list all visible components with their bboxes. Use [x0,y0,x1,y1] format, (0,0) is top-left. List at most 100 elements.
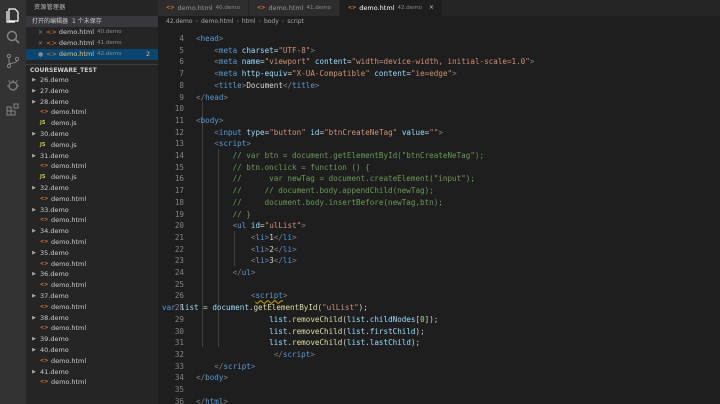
html-file-icon: <> [40,238,49,245]
tree-file[interactable]: <> demo.html [26,356,158,367]
line-number: 35 [174,385,184,394]
tree-folder[interactable]: ▶ 30.demo [26,129,158,140]
breadcrumb-item[interactable]: body [264,16,279,28]
line-number: 15 [174,162,184,172]
tree-folder[interactable]: ▶ 38.demo [26,313,158,324]
chevron-icon: ▶ [32,292,36,299]
breadcrumb-item[interactable]: html [242,16,256,28]
code-line: 5 <meta charset="UTF-8"> [158,45,720,57]
breadcrumb: 42.demo › demo.html › html › body › script [158,16,720,28]
html-file-icon: <> [40,260,49,267]
tree-folder[interactable]: ▶ 41.demo [26,367,158,378]
line-source: <meta http-equiv="X-UA-Compatible" conte… [214,69,457,79]
chevron-icon: ▶ [32,77,36,83]
tree-folder[interactable]: ▶ 26.demo [26,75,158,86]
tree-file[interactable]: <> demo.html [26,302,158,313]
tree-folder[interactable]: ▶ 32.demo [26,183,158,194]
tree-folder-label: 37.demo [40,291,69,300]
explorer-icon[interactable] [4,6,22,24]
close-icon[interactable]: × [38,27,46,38]
tree-folder[interactable]: ▶ 39.demo [26,334,158,345]
tree-file[interactable]: <> demo.html [26,215,158,226]
line-number: 8 [179,80,184,90]
html-file-icon: <> [347,5,357,11]
breadcrumb-item[interactable]: 42.demo [166,16,193,28]
tree-folder[interactable]: ▶ 40.demo [26,345,158,356]
tree-file[interactable]: <> demo.html [26,237,158,248]
tree-file[interactable]: <> demo.html [26,194,158,205]
tree-file[interactable]: <> demo.html [26,323,158,334]
tree-file[interactable]: JS demo.js [26,140,158,151]
code-line: 6 <meta name="viewport" content="width=d… [158,56,720,68]
tree-file-label: demo.html [51,162,87,171]
html-file-icon: <> [256,5,266,11]
tree-folder[interactable]: ▶ 34.demo [26,226,158,237]
tab-name: demo.html [359,4,395,12]
line-number: 9 [179,92,184,102]
tree-file[interactable]: <> demo.html [26,377,158,388]
code-editor[interactable]: 4 <head> 5 <meta charset="UTF-8"> 6 <meta n… [158,32,720,404]
code-line: 22 <li>2</li> [158,244,720,256]
close-icon[interactable]: ● [38,49,46,60]
line-source: // document.body.insertBefore(newTag,btn… [232,197,443,207]
tree-folder[interactable]: ▶ 33.demo [26,205,158,216]
extensions-icon[interactable] [4,100,22,118]
open-editor-dir: 42.demo [97,51,122,57]
activity-bar [0,0,26,404]
open-editors-header[interactable]: 打开的编辑器 1 个未保存 [26,16,158,27]
close-icon[interactable]: × [38,38,46,49]
line-source: // // document.body.appendChild(newTag); [232,186,434,196]
editor-tab[interactable]: <> demo.html 41.demo [248,0,340,16]
breadcrumb-separator-icon: › [195,18,198,25]
tree-folder-label: 41.demo [40,367,69,376]
chevron-icon: ▶ [32,336,36,343]
tree-file[interactable]: <> demo.html [26,161,158,172]
breadcrumb-separator-icon: › [236,18,239,25]
chevron-icon: ▶ [32,152,36,159]
editor-tab[interactable]: <> demo.html 42.demo × [339,0,443,16]
breadcrumb-item[interactable]: script [287,16,304,28]
line-number: 33 [174,361,184,371]
chevron-icon: ▶ [32,368,36,375]
project-header[interactable]: COURSEWARE_TEST [26,64,158,75]
tree-folder[interactable]: ▶ 36.demo [26,269,158,280]
tree-file[interactable]: <> demo.html [26,259,158,270]
tree-file[interactable]: <> demo.html [26,280,158,291]
chevron-icon: ▶ [32,98,36,105]
breadcrumb-item[interactable]: demo.html [201,16,233,28]
code-line: 28 var list = document.getElementById("ul… [158,302,720,314]
tree-folder[interactable]: ▶ 28.demo [26,97,158,108]
line-source: // } [232,209,251,219]
editor-tab[interactable]: <> demo.html 40.demo [158,0,249,16]
line-number: 11 [174,115,184,125]
breadcrumb-separator-icon: › [281,18,285,25]
tree-folder-label: 35.demo [40,248,69,257]
tree-file[interactable]: <> demo.html [26,107,158,118]
source-control-icon[interactable] [4,52,22,70]
tree-file[interactable]: JS demo.js [26,172,158,183]
search-icon[interactable] [4,28,22,46]
tree-folder[interactable]: ▶ 31.demo [26,151,158,162]
code-line: 25 [158,279,720,291]
html-file-icon: <> [46,50,57,58]
tree-file[interactable]: JS demo.js [26,118,158,129]
tree-folder[interactable]: ▶ 27.demo [26,86,158,97]
tree-file-label: demo.html [51,324,87,333]
open-editor-item[interactable]: ● <> demo.html 42.demo 2 [26,49,158,60]
tree-folder[interactable]: ▶ 37.demo [26,291,158,302]
open-editor-item[interactable]: × <> demo.html 40.demo [26,27,158,38]
chevron-icon: ▶ [32,314,36,321]
code-line: 9 </head> [158,92,720,104]
code-line: 20 <ul id="ulList"> [158,220,720,232]
line-number: 14 [174,151,184,160]
tree-file-label: demo.html [51,108,87,117]
tree-folder[interactable]: ▶ 35.demo [26,248,158,259]
line-source: var list = document.getElementById("ulLi… [162,303,368,313]
debug-icon[interactable] [4,76,22,94]
open-editor-item[interactable]: × <> demo.html 41.demo [26,38,158,49]
line-source: <li>1</li> [250,232,297,242]
tree-file-label: demo.html [51,237,87,246]
close-icon[interactable]: × [429,0,434,16]
line-source: list.removeChild(list.lastChild); [269,338,421,348]
line-source: <meta charset="UTF-8"> [214,45,315,55]
